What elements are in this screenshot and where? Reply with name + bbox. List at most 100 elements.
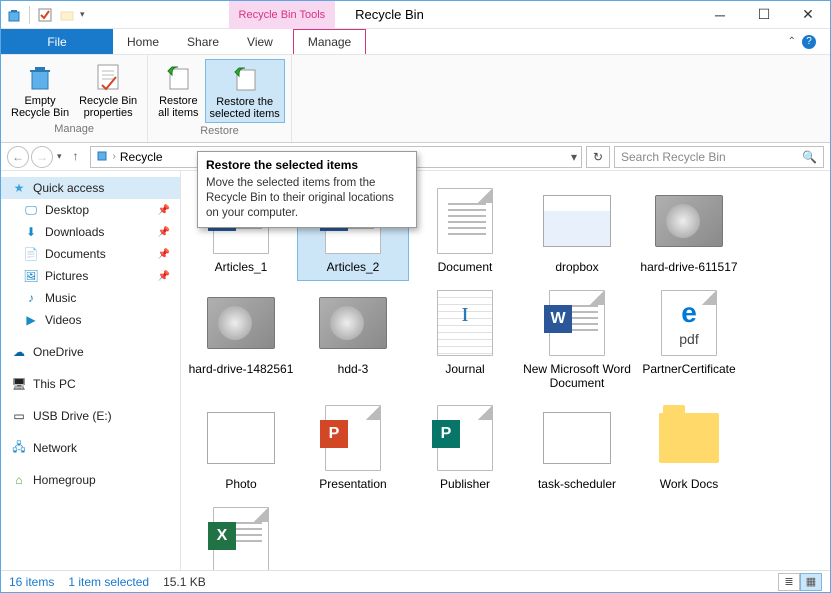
file-name: Articles_2	[327, 261, 380, 275]
tab-share[interactable]: Share	[173, 29, 233, 54]
breadcrumb[interactable]: Recycle	[120, 150, 163, 164]
sidebar-homegroup[interactable]: ⌂ Homegroup	[1, 469, 180, 491]
status-item-count: 16 items	[9, 575, 54, 589]
details-view-button[interactable]: ≣	[778, 573, 800, 591]
file-item[interactable]: X Worksheet	[185, 498, 297, 570]
videos-icon: ▶	[23, 312, 39, 328]
help-icon[interactable]: ?	[802, 35, 816, 49]
tab-manage[interactable]: Manage	[293, 29, 366, 54]
qat-dropdown-icon[interactable]: ▾	[80, 9, 85, 20]
pin-icon: 📌	[158, 205, 170, 216]
usb-icon: ▭	[11, 408, 27, 424]
navigation-pane: ★ Quick access 🖵 Desktop 📌⬇ Downloads 📌📄…	[1, 171, 181, 570]
pin-icon: 📌	[158, 271, 170, 282]
sidebar-item-videos[interactable]: ▶ Videos	[1, 309, 180, 331]
forward-button[interactable]: →	[31, 146, 53, 168]
file-item[interactable]: P Publisher	[409, 396, 521, 498]
recycle-bin-properties-button[interactable]: Recycle Bin properties	[75, 59, 141, 121]
tab-view[interactable]: View	[233, 29, 287, 54]
file-name: Publisher	[440, 478, 490, 492]
file-item[interactable]: dropbox	[521, 179, 633, 281]
file-thumbnail	[429, 185, 501, 257]
file-thumbnail: epdf	[653, 287, 725, 359]
homegroup-icon: ⌂	[11, 472, 27, 488]
sidebar-item-music[interactable]: ♪ Music	[1, 287, 180, 309]
quick-access-toolbar: ▾	[1, 6, 89, 24]
icons-view-button[interactable]: ▦	[800, 573, 822, 591]
file-item[interactable]: task-scheduler	[521, 396, 633, 498]
network-icon: 🖧	[11, 440, 27, 456]
file-thumbnail: ɪ	[429, 287, 501, 359]
sidebar-item-documents[interactable]: 📄 Documents 📌	[1, 243, 180, 265]
pin-icon: 📌	[158, 227, 170, 238]
file-name: PartnerCertificate	[642, 363, 735, 377]
restore-selected-button[interactable]: Restore the selected items	[205, 59, 285, 123]
sidebar-quick-access[interactable]: ★ Quick access	[1, 177, 180, 199]
file-item[interactable]: hdd-3	[297, 281, 409, 397]
history-dropdown-icon[interactable]: ▾	[57, 151, 62, 162]
file-thumbnail	[205, 402, 277, 474]
file-item[interactable]: hard-drive-1482561	[185, 281, 297, 397]
breadcrumb-sep-icon: ›	[113, 151, 116, 162]
file-name: task-scheduler	[538, 478, 616, 492]
contextual-tab-text: Recycle Bin Tools	[239, 9, 326, 21]
sidebar-item-downloads[interactable]: ⬇ Downloads 📌	[1, 221, 180, 243]
file-thumbnail: W	[541, 287, 613, 359]
file-thumbnail: P	[429, 402, 501, 474]
ribbon-group-manage: Empty Recycle Bin Recycle Bin properties…	[1, 55, 148, 142]
documents-icon: 📄	[23, 246, 39, 262]
star-icon: ★	[11, 180, 27, 196]
empty-recycle-bin-button[interactable]: Empty Recycle Bin	[7, 59, 73, 121]
file-item[interactable]: Work Docs	[633, 396, 745, 498]
status-selected: 1 item selected	[68, 575, 149, 589]
file-item[interactable]: hard-drive-611517	[633, 179, 745, 281]
sidebar-item-label: Documents	[45, 247, 106, 261]
group-label-manage: Manage	[54, 121, 94, 137]
sidebar-item-desktop[interactable]: 🖵 Desktop 📌	[1, 199, 180, 221]
file-thumbnail: X	[205, 504, 277, 570]
sidebar-item-pictures[interactable]: 🖼 Pictures 📌	[1, 265, 180, 287]
close-button[interactable]: ✕	[786, 1, 830, 29]
new-folder-icon[interactable]	[58, 6, 76, 24]
minimize-button[interactable]: ─	[698, 1, 742, 29]
sidebar-network[interactable]: 🖧 Network	[1, 437, 180, 459]
file-name: dropbox	[555, 261, 598, 275]
sidebar-usb-drive[interactable]: ▭ USB Drive (E:)	[1, 405, 180, 427]
sidebar-label: OneDrive	[33, 345, 84, 359]
up-button[interactable]: ↑	[66, 146, 86, 166]
file-name: Work Docs	[660, 478, 718, 492]
file-item[interactable]: W New Microsoft Word Document	[521, 281, 633, 397]
file-name: Photo	[225, 478, 256, 492]
back-button[interactable]: ←	[7, 146, 29, 168]
tab-home[interactable]: Home	[113, 29, 173, 54]
file-thumbnail	[653, 402, 725, 474]
file-name: New Microsoft Word Document	[523, 363, 631, 391]
tab-file[interactable]: File	[1, 29, 113, 54]
file-item[interactable]: Photo	[185, 396, 297, 498]
empty-bin-icon	[24, 61, 56, 93]
search-input[interactable]: Search Recycle Bin 🔍	[614, 146, 824, 168]
maximize-button[interactable]: ☐	[742, 1, 786, 29]
file-item[interactable]: epdf PartnerCertificate	[633, 281, 745, 397]
sidebar-item-label: Desktop	[45, 203, 89, 217]
sidebar-onedrive[interactable]: ☁ OneDrive	[1, 341, 180, 363]
sidebar-this-pc[interactable]: 🖥 This PC	[1, 373, 180, 395]
file-item[interactable]: P Presentation	[297, 396, 409, 498]
file-item[interactable]: ɪ Journal	[409, 281, 521, 397]
pictures-icon: 🖼	[23, 268, 39, 284]
file-item[interactable]: Document	[409, 179, 521, 281]
properties-icon[interactable]	[36, 6, 54, 24]
restore-all-button[interactable]: Restore all items	[154, 59, 202, 123]
file-thumbnail	[541, 185, 613, 257]
sidebar-label: Quick access	[33, 181, 104, 195]
recycle-bin-small-icon	[95, 148, 109, 165]
address-dropdown-icon[interactable]: ▾	[571, 150, 577, 164]
title-bar: ▾ Recycle Bin Tools Recycle Bin ─ ☐ ✕	[1, 1, 830, 29]
refresh-button[interactable]: ↻	[586, 146, 610, 168]
restore-all-icon	[162, 61, 194, 93]
empty-bin-label: Empty Recycle Bin	[11, 95, 69, 119]
file-name: Journal	[445, 363, 484, 377]
file-name: Articles_1	[215, 261, 268, 275]
file-grid[interactable]: W Articles_1W Articles_2 Document dropbo…	[181, 171, 830, 570]
ribbon-collapse-icon[interactable]: ⌃	[788, 36, 796, 47]
